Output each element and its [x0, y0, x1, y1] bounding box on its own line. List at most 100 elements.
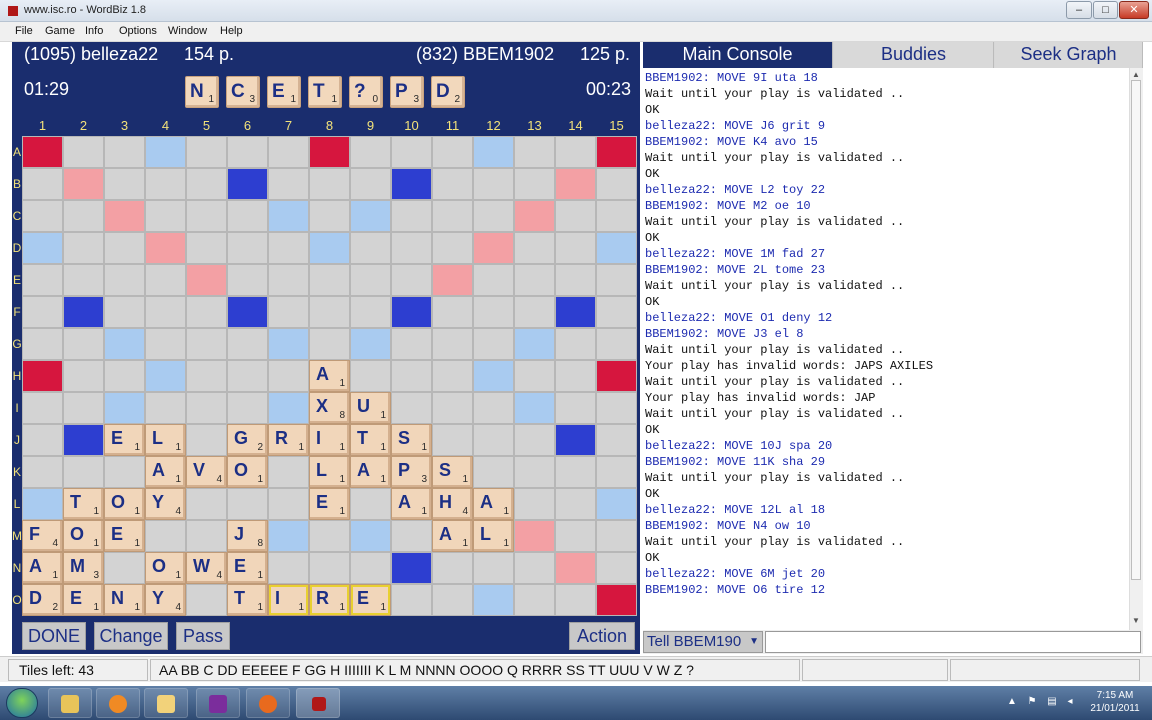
board-cell[interactable]: [432, 232, 473, 264]
tab-buddies[interactable]: Buddies: [834, 42, 994, 68]
board-cell[interactable]: [227, 264, 268, 296]
board-cell[interactable]: [227, 360, 268, 392]
board-cell[interactable]: [514, 136, 555, 168]
board-cell[interactable]: [309, 200, 350, 232]
board-cell[interactable]: [391, 264, 432, 296]
board-cell[interactable]: [432, 424, 473, 456]
board-cell[interactable]: [186, 584, 227, 616]
board-cell[interactable]: [473, 552, 514, 584]
board-cell[interactable]: [104, 168, 145, 200]
tray-flag-icon[interactable]: ⚑: [1026, 696, 1038, 708]
board-cell[interactable]: [391, 136, 432, 168]
board-cell[interactable]: [268, 360, 309, 392]
board-cell[interactable]: [350, 488, 391, 520]
board-cell[interactable]: [432, 392, 473, 424]
board-cell[interactable]: [473, 424, 514, 456]
board-cell[interactable]: [104, 232, 145, 264]
board-cell-dl[interactable]: [145, 136, 186, 168]
board-cell[interactable]: [309, 328, 350, 360]
board-cell-tl[interactable]: [227, 296, 268, 328]
board-cell[interactable]: [22, 200, 63, 232]
board-cell[interactable]: [227, 232, 268, 264]
board-cell[interactable]: [473, 456, 514, 488]
board-cell-dl[interactable]: [473, 584, 514, 616]
board-cell-dl[interactable]: [145, 360, 186, 392]
board-cell[interactable]: [104, 456, 145, 488]
board-cell[interactable]: [596, 328, 637, 360]
board-cell[interactable]: [145, 200, 186, 232]
board-cell-dl[interactable]: [350, 328, 391, 360]
board-cell[interactable]: [186, 232, 227, 264]
tab-seek-graph[interactable]: Seek Graph: [995, 42, 1143, 68]
start-button-icon[interactable]: [6, 688, 38, 718]
rack-tile[interactable]: N1: [185, 76, 219, 108]
minimize-button[interactable]: –: [1066, 1, 1092, 19]
board-cell[interactable]: [350, 296, 391, 328]
board-cell[interactable]: [22, 424, 63, 456]
board-cell[interactable]: [186, 488, 227, 520]
board-cell-dl[interactable]: [596, 488, 637, 520]
board-cell[interactable]: [555, 488, 596, 520]
board-cell[interactable]: [227, 488, 268, 520]
tray-volume-icon[interactable]: ◂: [1064, 696, 1076, 708]
menu-options[interactable]: Options: [119, 25, 157, 37]
tell-target-select[interactable]: Tell BBEM190 ▼: [643, 631, 763, 653]
menu-file[interactable]: File: [15, 25, 33, 37]
board-cell[interactable]: [596, 168, 637, 200]
rack-tile[interactable]: P3: [390, 76, 424, 108]
board-cell[interactable]: [391, 392, 432, 424]
board-cell[interactable]: [63, 392, 104, 424]
board-cell[interactable]: [268, 264, 309, 296]
board-cell[interactable]: [186, 392, 227, 424]
board-cell[interactable]: [514, 552, 555, 584]
board-cell[interactable]: [186, 360, 227, 392]
tray-network-icon[interactable]: ▤: [1046, 696, 1058, 708]
board-cell[interactable]: [350, 552, 391, 584]
board-cell[interactable]: [555, 264, 596, 296]
board-cell[interactable]: [186, 296, 227, 328]
board-cell[interactable]: [22, 328, 63, 360]
board-cell[interactable]: [22, 168, 63, 200]
board-cell-dl[interactable]: [268, 392, 309, 424]
board-cell-dw[interactable]: [432, 264, 473, 296]
board-cell-tl[interactable]: [227, 168, 268, 200]
rack-tile[interactable]: E1: [267, 76, 301, 108]
board-cell[interactable]: [432, 136, 473, 168]
pass-button[interactable]: Pass: [176, 622, 230, 650]
board-cell[interactable]: [391, 360, 432, 392]
menu-info[interactable]: Info: [85, 25, 103, 37]
board-cell[interactable]: [104, 360, 145, 392]
board-cell[interactable]: [555, 136, 596, 168]
board-cell[interactable]: [63, 232, 104, 264]
board-cell[interactable]: [268, 488, 309, 520]
board-cell[interactable]: [63, 328, 104, 360]
scroll-thumb[interactable]: [1131, 80, 1141, 580]
board-cell[interactable]: [104, 296, 145, 328]
board-cell[interactable]: [350, 168, 391, 200]
board-cell-tl[interactable]: [555, 424, 596, 456]
board-cell[interactable]: [596, 552, 637, 584]
board-cell[interactable]: [596, 264, 637, 296]
board-cell[interactable]: [391, 232, 432, 264]
board-cell-dw[interactable]: [104, 200, 145, 232]
board-cell-tw[interactable]: [309, 136, 350, 168]
board-cell-tl[interactable]: [63, 296, 104, 328]
board-cell[interactable]: [227, 200, 268, 232]
board-cell[interactable]: [555, 360, 596, 392]
board-cell[interactable]: [22, 456, 63, 488]
board-cell[interactable]: [391, 200, 432, 232]
board-cell[interactable]: [350, 232, 391, 264]
board-cell[interactable]: [309, 552, 350, 584]
board-cell[interactable]: [145, 264, 186, 296]
board-cell-dl[interactable]: [350, 200, 391, 232]
board-cell[interactable]: [268, 296, 309, 328]
board-cell-tl[interactable]: [391, 296, 432, 328]
maximize-button[interactable]: □: [1093, 1, 1118, 19]
board-cell[interactable]: [596, 296, 637, 328]
board-cell[interactable]: [268, 552, 309, 584]
board-cell[interactable]: [514, 168, 555, 200]
board-cell[interactable]: [350, 264, 391, 296]
board-cell[interactable]: [555, 520, 596, 552]
board-cell-dl[interactable]: [104, 392, 145, 424]
board-cell[interactable]: [350, 136, 391, 168]
